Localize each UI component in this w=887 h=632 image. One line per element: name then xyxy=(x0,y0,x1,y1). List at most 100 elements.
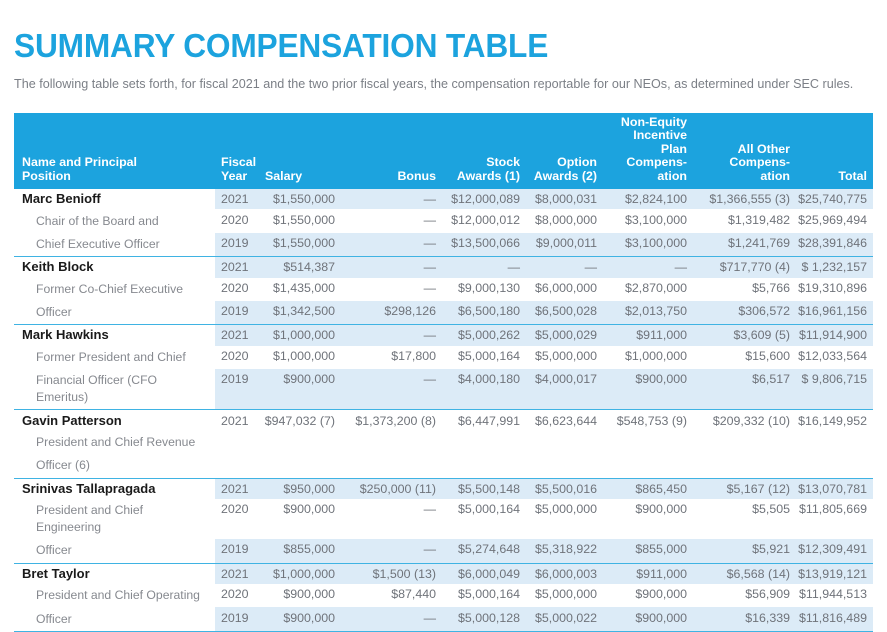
cell-stock-awards: $5,000,128 xyxy=(442,607,526,632)
cell-fiscal-year: 2021 xyxy=(215,409,259,431)
table-row: Officer 2019 $900,000— $5,000,128 $5,000,022… xyxy=(14,607,873,632)
cell-total: $ 1,232,157 xyxy=(796,256,873,278)
column-header-fiscal-year: Fiscal Year xyxy=(215,113,259,189)
column-header-all-other-compensation: All Other Compens- ation xyxy=(693,113,796,189)
neo-title-line: President and Chief Revenue xyxy=(14,430,215,455)
cell-total: $11,944,513 xyxy=(796,584,873,608)
table-row: Former President and Chief 2020 $1,000,000… xyxy=(14,345,873,369)
cell-salary: $900,000 xyxy=(259,498,341,540)
cell-all-other-compensation xyxy=(693,454,796,478)
cell-option-awards: $6,000,000 xyxy=(526,277,603,301)
cell-all-other-compensation: $3,609 (5) xyxy=(693,324,796,346)
column-header-stock-awards: Stock Awards (1) xyxy=(442,113,526,189)
neo-title-text: Officer xyxy=(36,611,72,626)
cell-all-other-compensation: $1,319,482 xyxy=(693,209,796,233)
cell-bonus: — xyxy=(341,539,442,564)
cell-bonus: — xyxy=(341,189,442,210)
neo-title-text: President and Chief Revenue xyxy=(36,434,196,449)
neo-name-text: Marc Benioff xyxy=(22,191,101,207)
cell-bonus: — xyxy=(341,369,442,410)
neo-title-text: President and Chief Engineering xyxy=(36,503,144,535)
cell-salary: $1,550,000 xyxy=(259,189,341,210)
neo-name: Marc Benioff xyxy=(14,189,215,210)
cell-stock-awards xyxy=(442,430,526,455)
cell-salary: $1,000,000 xyxy=(259,562,341,584)
cell-stock-awards: $5,000,164 xyxy=(442,584,526,608)
cell-stock-awards: $9,000,130 xyxy=(442,277,526,301)
cell-fiscal-year xyxy=(215,430,259,455)
cell-all-other-compensation: $717,770 (4) xyxy=(693,256,796,278)
cell-non-equity-incentive-plan: $3,100,000 xyxy=(603,232,693,257)
table-row: Gavin Patterson 2021 $947,032 (7) $1,373,20… xyxy=(14,409,873,431)
cell-fiscal-year: 2021 xyxy=(215,477,259,499)
neo-title-text: Former President and Chief xyxy=(36,349,186,364)
cell-bonus: — xyxy=(341,209,442,233)
neo-title-line: Former Co-Chief Executive xyxy=(14,277,215,301)
page-title: SUMMARY COMPENSATION TABLE xyxy=(14,27,549,65)
cell-bonus: — xyxy=(341,256,442,278)
cell-fiscal-year: 2021 xyxy=(215,324,259,346)
cell-option-awards: $6,500,028 xyxy=(526,300,603,325)
cell-fiscal-year: 2021 xyxy=(215,189,259,210)
cell-all-other-compensation: $209,332 (10) xyxy=(693,409,796,431)
cell-total xyxy=(796,454,873,478)
cell-total: $11,805,669 xyxy=(796,498,873,540)
cell-all-other-compensation: $56,909 xyxy=(693,584,796,608)
cell-non-equity-incentive-plan: $3,100,000 xyxy=(603,209,693,233)
cell-bonus: — xyxy=(341,498,442,540)
cell-stock-awards xyxy=(442,454,526,478)
cell-stock-awards: $5,500,148 xyxy=(442,477,526,499)
cell-option-awards: $9,000,011 xyxy=(526,232,603,257)
cell-fiscal-year: 2020 xyxy=(215,209,259,233)
cell-non-equity-incentive-plan: $911,000 xyxy=(603,324,693,346)
cell-option-awards: $8,000,000 xyxy=(526,209,603,233)
cell-fiscal-year: 2019 xyxy=(215,539,259,564)
cell-total: $25,969,494 xyxy=(796,209,873,233)
compensation-page: SUMMARY COMPENSATION TABLE The following… xyxy=(0,0,887,632)
cell-option-awards: $5,318,922 xyxy=(526,539,603,564)
summary-compensation-table: Name and Principal Position Fiscal Year … xyxy=(14,113,873,632)
cell-option-awards xyxy=(526,430,603,455)
cell-stock-awards: $5,000,164 xyxy=(442,498,526,540)
cell-non-equity-incentive-plan xyxy=(603,454,693,478)
cell-bonus: $250,000 (11) xyxy=(341,477,442,499)
table-row: President and Chief Revenue xyxy=(14,430,873,455)
cell-total: $13,070,781 xyxy=(796,477,873,499)
table-row: Former Co-Chief Executive 2020 $1,435,000—… xyxy=(14,277,873,301)
neo-title-line: Officer (6) xyxy=(14,454,215,478)
cell-non-equity-incentive-plan: $900,000 xyxy=(603,584,693,608)
cell-fiscal-year: 2020 xyxy=(215,498,259,540)
cell-salary: $1,342,500 xyxy=(259,300,341,325)
cell-all-other-compensation: $1,241,769 xyxy=(693,232,796,257)
cell-stock-awards: $4,000,180 xyxy=(442,369,526,410)
table-row: Marc Benioff 2021 $1,550,000— $12,000,089 $8… xyxy=(14,189,873,210)
cell-salary: $1,000,000 xyxy=(259,345,341,369)
cell-all-other-compensation: $15,600 xyxy=(693,345,796,369)
cell-total: $12,033,564 xyxy=(796,345,873,369)
cell-all-other-compensation: $16,339 xyxy=(693,607,796,632)
table-row: Bret Taylor 2021 $1,000,000 $1,500 (13) $6,0… xyxy=(14,562,873,584)
cell-salary xyxy=(259,430,341,455)
neo-name-text: Bret Taylor xyxy=(22,565,90,581)
intro-paragraph: The following table sets forth, for fisc… xyxy=(14,76,854,91)
cell-non-equity-incentive-plan: $900,000 xyxy=(603,369,693,410)
neo-name: Bret Taylor xyxy=(14,562,215,584)
cell-non-equity-incentive-plan: $900,000 xyxy=(603,498,693,540)
column-header-non-equity-incentive-plan: Non-Equity Incentive Plan Compens- ation xyxy=(603,113,693,189)
cell-stock-awards: $5,274,648 xyxy=(442,539,526,564)
cell-option-awards: $6,000,003 xyxy=(526,562,603,584)
cell-stock-awards: $5,000,164 xyxy=(442,345,526,369)
neo-name: Srinivas Tallapragada xyxy=(14,477,215,499)
cell-option-awards: $4,000,017 xyxy=(526,369,603,410)
cell-option-awards: $5,500,016 xyxy=(526,477,603,499)
table-row: Officer 2019 $1,342,500 $298,126 $6,500,180 $… xyxy=(14,300,873,325)
cell-salary: $900,000 xyxy=(259,369,341,410)
cell-non-equity-incentive-plan: $2,870,000 xyxy=(603,277,693,301)
cell-all-other-compensation: $5,921 xyxy=(693,539,796,564)
cell-option-awards: $6,623,644 xyxy=(526,409,603,431)
neo-title-line: Chief Executive Officer xyxy=(14,232,215,257)
column-header-name: Name and Principal Position xyxy=(14,113,215,189)
cell-all-other-compensation: $5,766 xyxy=(693,277,796,301)
table-row: Mark Hawkins 2021 $1,000,000— $5,000,262 $5,… xyxy=(14,324,873,346)
cell-all-other-compensation xyxy=(693,430,796,455)
